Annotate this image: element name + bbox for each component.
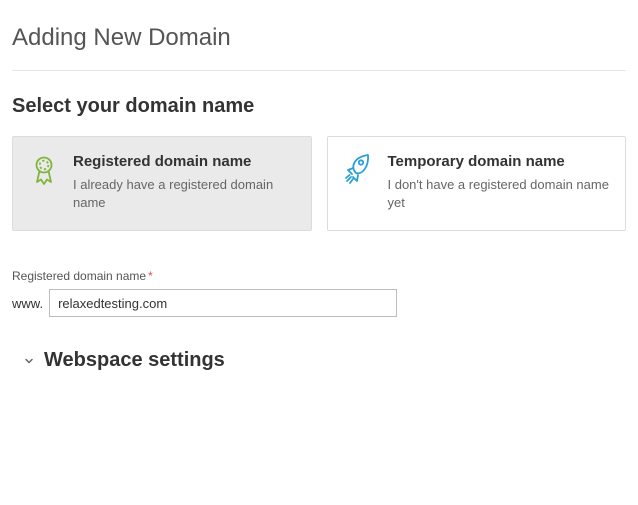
domain-name-field: Registered domain name* www.: [12, 269, 626, 317]
section-title: Select your domain name: [12, 95, 626, 118]
domain-name-label-text: Registered domain name: [12, 269, 146, 283]
webspace-settings-toggle[interactable]: Webspace settings: [24, 347, 626, 374]
card-temporary-title: Temporary domain name: [388, 153, 610, 170]
card-registered-desc: I already have a registered domain name: [73, 176, 295, 212]
webspace-settings-title: Webspace settings: [44, 349, 225, 372]
domain-name-label: Registered domain name*: [12, 269, 626, 283]
card-registered-domain[interactable]: Registered domain name I already have a …: [12, 136, 312, 231]
card-temporary-domain[interactable]: Temporary domain name I don't have a reg…: [327, 136, 627, 231]
domain-type-cards: Registered domain name I already have a …: [12, 136, 626, 231]
page-title: Adding New Domain: [12, 24, 626, 52]
card-registered-title: Registered domain name: [73, 153, 295, 170]
domain-name-input[interactable]: [49, 289, 397, 317]
card-temporary-desc: I don't have a registered domain name ye…: [388, 176, 610, 212]
divider: [12, 70, 626, 71]
chevron-down-icon: [24, 356, 34, 366]
badge-icon: [29, 153, 59, 185]
required-mark: *: [148, 269, 153, 283]
rocket-icon: [344, 153, 374, 185]
www-prefix: www.: [12, 296, 43, 311]
